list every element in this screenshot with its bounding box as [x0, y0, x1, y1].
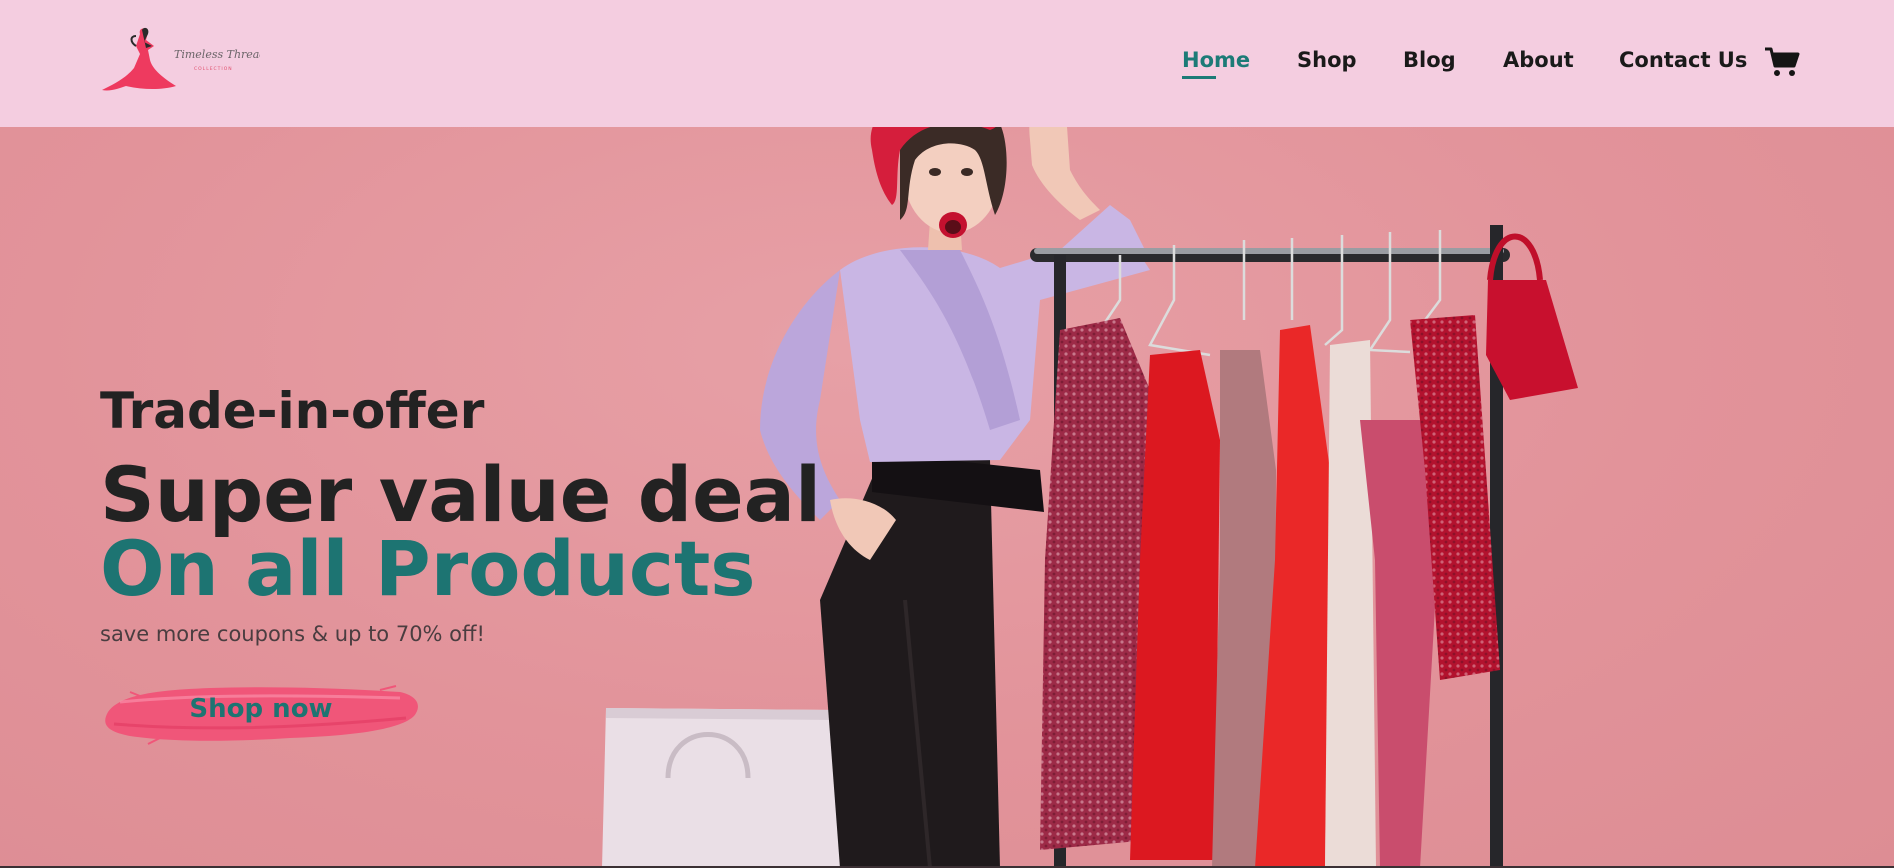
shop-now-button[interactable]: Shop now: [100, 672, 422, 752]
hero-subtext: save more coupons & up to 70% off!: [100, 622, 485, 646]
shop-now-label: Shop now: [189, 694, 333, 724]
brand-name: Timeless Threads: [174, 48, 260, 61]
brand-tagline: COLLECTION: [194, 66, 233, 72]
hero-highlight: On all Products: [100, 524, 756, 613]
shopping-cart-icon[interactable]: [1764, 46, 1800, 78]
nav-home[interactable]: Home: [1182, 48, 1250, 79]
brand-logo-icon: Timeless Threads COLLECTION: [102, 27, 272, 91]
nav-blog[interactable]: Blog: [1403, 48, 1456, 72]
shopping-bag-illustration: [602, 708, 840, 868]
site-header: Timeless Threads COLLECTION Home Shop Bl…: [0, 0, 1894, 127]
brand-logo[interactable]: Timeless Threads COLLECTION: [100, 24, 272, 100]
hero-eyebrow: Trade-in-offer: [100, 382, 485, 440]
nav-contact-us[interactable]: Contact Us: [1619, 48, 1747, 72]
nav-about[interactable]: About: [1503, 48, 1574, 72]
nav-shop[interactable]: Shop: [1297, 48, 1357, 72]
clothing-rack-illustration: [1030, 225, 1578, 868]
